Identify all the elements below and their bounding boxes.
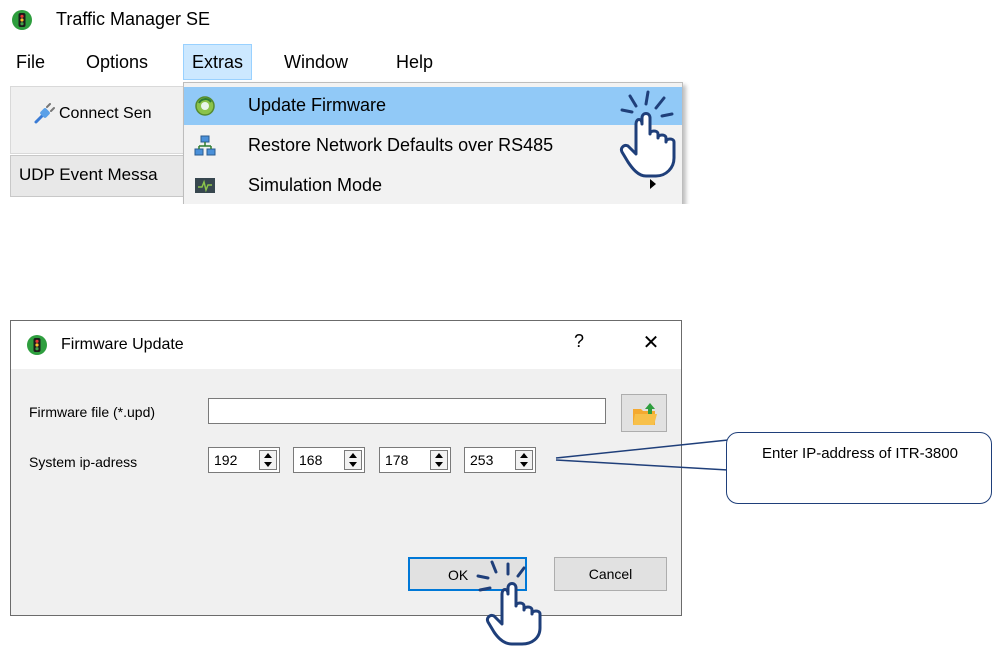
hand-cursor-icon <box>620 90 676 178</box>
dialog-title: Firmware Update <box>61 336 184 353</box>
help-button[interactable]: ? <box>569 331 589 352</box>
ip-octet-4-value: 253 <box>470 452 494 468</box>
main-window-crop: Traffic Manager SE File Options Extras W… <box>0 0 690 204</box>
ip-octet-4-stepper[interactable] <box>515 450 533 470</box>
toolbar: Connect Sen <box>10 86 192 154</box>
firmware-file-label: Firmware file (*.upd) <box>29 404 156 420</box>
folder-open-icon <box>633 403 657 425</box>
hand-cursor-icon <box>476 560 542 646</box>
ip-octet-1-stepper[interactable] <box>259 450 277 470</box>
cancel-button-label: Cancel <box>588 566 633 582</box>
ip-octet-3-value: 178 <box>385 452 409 468</box>
ip-octet-3-stepper[interactable] <box>430 450 448 470</box>
ip-octet-1-value: 192 <box>214 452 238 468</box>
ip-octet-2-stepper[interactable] <box>344 450 362 470</box>
menu-bar: File Options Extras Window Help <box>0 44 690 80</box>
restore-network-label: Restore Network Defaults over RS485 <box>248 135 554 155</box>
menu-help[interactable]: Help <box>388 44 441 80</box>
arrow-up-icon[interactable] <box>349 453 357 458</box>
ip-octet-3-spinbox[interactable]: 178 <box>379 447 451 473</box>
gear-refresh-icon <box>195 96 215 116</box>
arrow-down-icon[interactable] <box>264 462 272 467</box>
close-button[interactable]: ✕ <box>639 330 663 355</box>
extras-dropdown: Update Firmware Restore Network Defaults… <box>183 82 683 204</box>
arrow-up-icon[interactable] <box>435 453 443 458</box>
callout-text: Enter IP-address of ITR-3800 <box>762 445 958 462</box>
arrow-up-icon[interactable] <box>520 453 528 458</box>
monitor-icon <box>195 178 215 193</box>
ip-octet-1-spinbox[interactable]: 192 <box>208 447 280 473</box>
arrow-down-icon[interactable] <box>520 462 528 467</box>
menu-window[interactable]: Window <box>276 44 356 80</box>
firmware-update-dialog: Firmware Update ? ✕ Firmware file (*.upd… <box>10 320 682 616</box>
submenu-arrow-icon <box>650 179 656 189</box>
menu-options[interactable]: Options <box>78 44 156 80</box>
udp-event-tab[interactable]: UDP Event Messa <box>10 155 198 197</box>
update-firmware-label: Update Firmware <box>248 95 387 115</box>
menu-file[interactable]: File <box>8 44 53 80</box>
arrow-down-icon[interactable] <box>349 462 357 467</box>
connect-sensor-button[interactable]: Connect Sen <box>33 103 152 125</box>
ip-octet-4-spinbox[interactable]: 253 <box>464 447 536 473</box>
callout-box: Enter IP-address of ITR-3800 <box>726 432 992 504</box>
dialog-titlebar: Firmware Update ? ✕ <box>11 321 681 369</box>
menu-extras[interactable]: Extras <box>183 44 253 80</box>
simulation-mode-label: Simulation Mode <box>248 175 383 195</box>
ip-octet-2-value: 168 <box>299 452 323 468</box>
ip-address-label: System ip-adress <box>29 454 138 470</box>
menu-item-simulation-mode[interactable]: Simulation Mode <box>184 167 682 204</box>
ip-octet-2-spinbox[interactable]: 168 <box>293 447 365 473</box>
cancel-button[interactable]: Cancel <box>554 557 667 591</box>
browse-button[interactable] <box>621 394 667 432</box>
network-icon <box>194 135 216 156</box>
arrow-up-icon[interactable] <box>264 453 272 458</box>
traffic-light-icon <box>12 10 32 30</box>
udp-event-tab-label: UDP Event Messa <box>19 165 158 184</box>
menu-item-restore-network[interactable]: Restore Network Defaults over RS485 <box>184 127 682 165</box>
traffic-light-icon <box>27 335 47 355</box>
arrow-down-icon[interactable] <box>435 462 443 467</box>
menu-item-update-firmware[interactable]: Update Firmware <box>184 87 682 125</box>
main-titlebar: Traffic Manager SE <box>0 0 690 40</box>
firmware-file-input[interactable] <box>208 398 606 424</box>
plug-icon <box>34 103 55 124</box>
app-title: Traffic Manager SE <box>56 9 211 29</box>
connect-sensor-label: Connect Sen <box>59 105 152 122</box>
